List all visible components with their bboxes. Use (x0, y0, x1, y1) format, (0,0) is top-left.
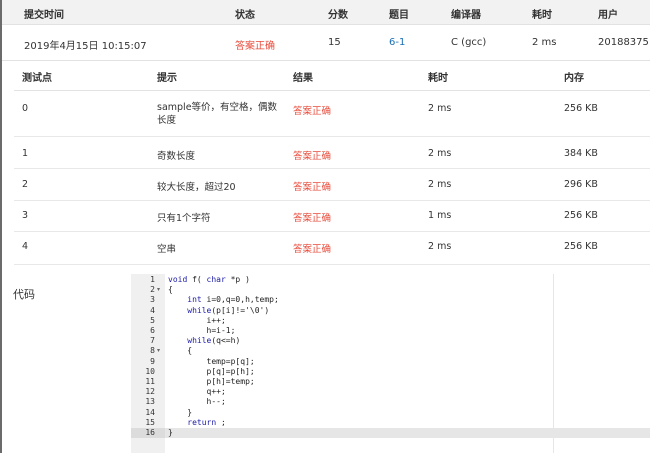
line-number: 2 (150, 285, 155, 295)
testcase-time: 2 ms (428, 241, 452, 252)
code-line: temp=p[q]; (168, 356, 255, 366)
code-line: while(p[i]!='\0') (187, 305, 270, 315)
code-line: } (168, 428, 173, 437)
header-hint: 提示 (157, 73, 177, 84)
testcase-result: 答案正确 (293, 151, 332, 162)
header-submit-time: 提交时间 (24, 10, 64, 21)
testcase-id: 1 (22, 148, 29, 159)
testcase-result: 答案正确 (293, 182, 332, 193)
header-elapsed: 耗时 (532, 10, 552, 21)
line-number: 14 (145, 407, 155, 417)
testcase-time: 2 ms (428, 179, 452, 190)
line-number: 16 (145, 428, 155, 437)
testcase-table-header: 测试点 提示 结果 耗时 内存 (14, 62, 650, 91)
user: 20188375 (598, 37, 649, 48)
testcase-memory: 384 KB (564, 148, 598, 159)
code-line: p[q]=p[h]; (168, 366, 255, 376)
code-line: int i=0,q=0,h,temp; (187, 295, 279, 305)
testcase-id: 2 (22, 179, 29, 190)
testcase-memory: 296 KB (564, 179, 598, 190)
table-row: 0 sample等价，有空格，偶数长度 答案正确 2 ms 256 KB (14, 91, 650, 137)
line-number: 6 (150, 326, 155, 335)
header-problem: 题目 (389, 10, 409, 21)
code-label: 代码 (13, 288, 35, 301)
testcase-time: 2 ms (428, 148, 452, 159)
line-number: 8 (150, 346, 155, 356)
line-number: 7 (150, 336, 155, 346)
testcase-hint: 较大长度，超过20 (157, 182, 236, 193)
line-number: 15 (145, 417, 155, 427)
testcase-result: 答案正确 (293, 106, 332, 117)
line-number: 4 (150, 305, 155, 315)
compiler: C (gcc) (451, 37, 487, 48)
header-memory: 内存 (564, 73, 584, 84)
testcase-memory: 256 KB (564, 210, 598, 221)
testcase-hint: sample等价，有空格，偶数长度 (157, 102, 278, 126)
print-margin (553, 274, 554, 453)
fold-toggle-icon[interactable]: ▾ (157, 285, 160, 295)
testcase-id: 4 (22, 241, 29, 252)
code-line: p[h]=temp; (168, 377, 255, 386)
testcase-time: 1 ms (428, 210, 452, 221)
code-line: void f( char *p ) (168, 275, 250, 284)
testcase-id: 3 (22, 210, 29, 221)
submission-table-header: 提交时间 状态 分数 题目 编译器 耗时 用户 (2, 0, 650, 25)
testcase-result: 答案正确 (293, 213, 332, 224)
window-edge (0, 0, 2, 453)
testcase-hint: 空串 (157, 244, 177, 255)
line-number: 11 (145, 377, 155, 386)
line-number: 13 (145, 397, 155, 407)
code-line: } (168, 407, 193, 417)
testcase-hint: 只有1个字符 (157, 213, 211, 224)
fold-toggle-icon[interactable]: ▾ (157, 346, 160, 356)
submit-time: 2019年4月15日 10:15:07 (24, 41, 147, 52)
code-line: h=i-1; (168, 326, 236, 335)
table-row: 2 较大长度，超过20 答案正确 2 ms 296 KB (14, 169, 650, 201)
active-line-highlight (165, 428, 650, 438)
table-row: 1 奇数长度 答案正确 2 ms 384 KB (14, 137, 650, 169)
testcase-memory: 256 KB (564, 103, 598, 114)
code-line: h--; (168, 397, 226, 407)
line-number: 12 (145, 387, 155, 397)
line-number: 5 (150, 315, 155, 325)
header-testcase: 测试点 (22, 73, 52, 84)
header-compiler: 编译器 (451, 10, 481, 21)
testcase-id: 0 (22, 103, 29, 114)
code-line: { (168, 346, 193, 356)
testcase-memory: 256 KB (564, 241, 598, 252)
problem-link[interactable]: 6-1 (389, 37, 405, 48)
header-score: 分数 (328, 10, 348, 21)
code-editor[interactable]: 1 void f( char *p ) 2 ▾{3 int i=0,q=0,h,tem… (131, 274, 650, 453)
testcase-time: 2 ms (428, 103, 452, 114)
table-row: 4 空串 答案正确 2 ms 256 KB (14, 232, 650, 265)
code-line: return ; (187, 417, 226, 427)
header-time: 耗时 (428, 73, 448, 84)
score: 15 (328, 37, 341, 48)
line-number: 10 (145, 366, 155, 376)
header-result: 结果 (293, 73, 313, 84)
code-line: q++; (168, 387, 226, 397)
code-line: { (168, 285, 173, 295)
line-number: 3 (150, 295, 155, 305)
header-status: 状态 (235, 10, 255, 21)
line-number: 9 (150, 356, 155, 366)
table-row: 3 只有1个字符 答案正确 1 ms 256 KB (14, 201, 650, 232)
code-line: i++; (168, 315, 226, 325)
testcase-result: 答案正确 (293, 244, 332, 255)
header-user: 用户 (598, 10, 618, 21)
line-number: 1 (150, 275, 155, 284)
status-accepted: 答案正确 (235, 41, 275, 52)
code-line: while(q<=h) (187, 336, 241, 346)
testcase-hint: 奇数长度 (157, 151, 196, 162)
submission-row: 2019年4月15日 10:15:07 答案正确 15 6-1 C (gcc) … (2, 25, 650, 61)
elapsed: 2 ms (532, 37, 557, 48)
